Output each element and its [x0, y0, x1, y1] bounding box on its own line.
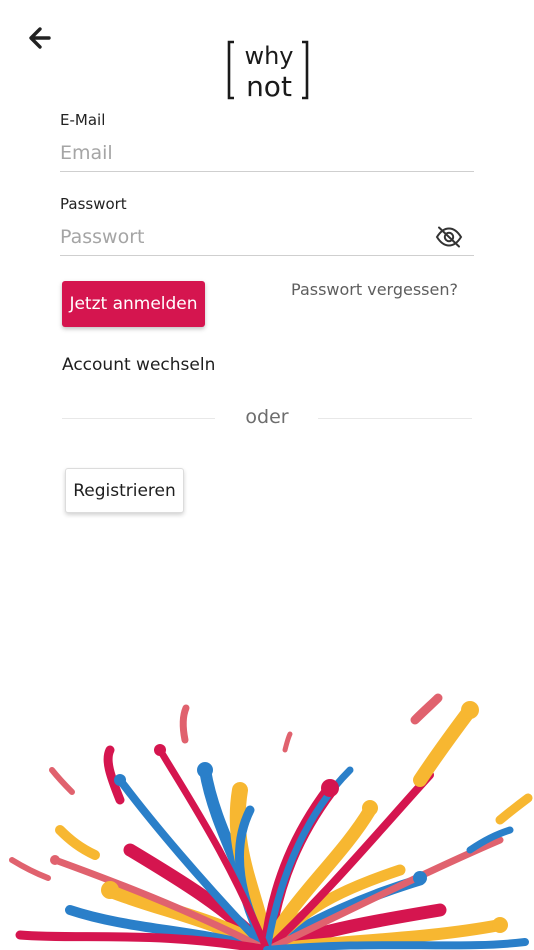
email-label: E-Mail	[60, 111, 106, 129]
divider-line-left	[62, 418, 215, 419]
password-field[interactable]	[60, 219, 474, 256]
login-button[interactable]: Jetzt anmelden	[62, 281, 205, 327]
email-field[interactable]	[60, 135, 474, 172]
svg-text:not: not	[246, 70, 292, 102]
back-button[interactable]	[18, 18, 62, 58]
divider-line-right	[318, 418, 472, 419]
whynot-logo: why not	[227, 40, 309, 102]
eye-off-icon	[435, 226, 463, 248]
divider-label: oder	[245, 406, 289, 428]
switch-account-link[interactable]: Account wechseln	[62, 355, 215, 375]
arrow-left-icon	[29, 27, 51, 49]
password-label: Passwort	[60, 195, 127, 213]
login-screen: why not E-Mail Passwort Jetzt anmelden P…	[0, 0, 534, 950]
forgot-password-link[interactable]: Passwort vergessen?	[290, 280, 458, 299]
register-button[interactable]: Registrieren	[65, 468, 184, 513]
svg-text:why: why	[244, 42, 293, 70]
color-splash-illustration	[9, 693, 533, 950]
password-visibility-toggle[interactable]	[432, 222, 466, 252]
